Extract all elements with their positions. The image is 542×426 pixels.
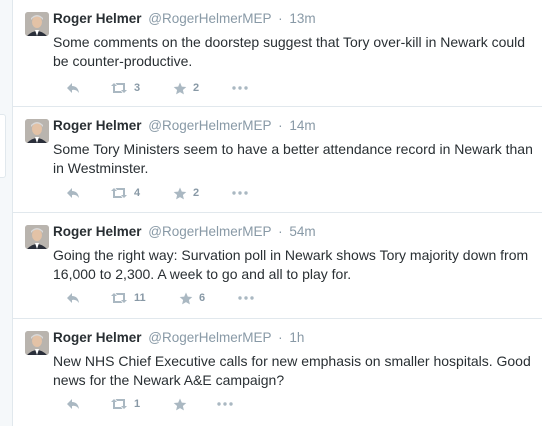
more-icon	[238, 296, 254, 300]
reply-icon	[67, 188, 79, 198]
retweet-icon	[111, 83, 127, 93]
retweet-button[interactable]: 3	[110, 80, 140, 96]
tweet-text: Some Tory Ministers seem to have a bette…	[53, 141, 533, 176]
favorite-count: 2	[193, 187, 200, 199]
more-button[interactable]	[217, 396, 233, 412]
author-name[interactable]: Roger Helmer	[53, 224, 142, 239]
author-name[interactable]: Roger Helmer	[53, 118, 142, 133]
separator-dot: ·	[278, 224, 283, 239]
retweet-button[interactable]: 11	[110, 290, 146, 306]
author-handle[interactable]: @RogerHelmerMEP	[148, 118, 271, 133]
reply-icon	[67, 293, 79, 303]
separator-dot: ·	[278, 330, 283, 345]
tweet-timeline: Roger Helmer @RogerHelmerMEP · 13m Some …	[12, 0, 542, 426]
reply-button[interactable]	[66, 290, 80, 306]
favorite-icon	[179, 292, 193, 304]
favorite-button[interactable]: 2	[173, 185, 199, 201]
tweet[interactable]: Roger Helmer @RogerHelmerMEP · 13m Some …	[13, 0, 542, 107]
favorite-icon	[173, 187, 187, 199]
retweet-count: 4	[134, 187, 141, 199]
author-handle[interactable]: @RogerHelmerMEP	[148, 11, 271, 26]
retweet-button[interactable]: 1	[110, 396, 140, 412]
reply-icon	[67, 83, 79, 93]
tweet-timestamp[interactable]: 14m	[289, 118, 315, 133]
author-name[interactable]: Roger Helmer	[53, 330, 142, 345]
avatar[interactable]	[25, 225, 49, 249]
author-name[interactable]: Roger Helmer	[53, 11, 142, 26]
favorite-icon	[173, 82, 187, 94]
avatar[interactable]	[25, 12, 49, 36]
reply-button[interactable]	[66, 185, 80, 201]
favorite-count: 2	[193, 82, 200, 94]
retweet-count: 3	[134, 82, 141, 94]
separator-dot: ·	[278, 11, 283, 26]
tweet-text: New NHS Chief Executive calls for new em…	[53, 353, 531, 388]
author-handle[interactable]: @RogerHelmerMEP	[148, 330, 271, 345]
retweet-icon	[111, 293, 127, 303]
tweet[interactable]: Roger Helmer @RogerHelmerMEP · 14m Some …	[13, 107, 542, 213]
timeline-side-tab	[0, 114, 6, 178]
favorite-button[interactable]: 2	[173, 80, 199, 96]
avatar[interactable]	[25, 119, 49, 143]
favorite-button[interactable]: 6	[179, 290, 205, 306]
reply-button[interactable]	[66, 396, 80, 412]
author-handle[interactable]: @RogerHelmerMEP	[148, 224, 271, 239]
tweet[interactable]: Roger Helmer @RogerHelmerMEP · 1h New NH…	[13, 319, 542, 426]
more-button[interactable]	[238, 290, 254, 306]
favorite-icon	[173, 398, 187, 410]
retweet-count: 1	[134, 398, 141, 410]
retweet-button[interactable]: 4	[110, 185, 140, 201]
reply-icon	[67, 399, 79, 409]
avatar[interactable]	[25, 331, 49, 355]
more-button[interactable]	[232, 185, 248, 201]
more-icon	[232, 86, 248, 90]
more-button[interactable]	[232, 80, 248, 96]
more-icon	[217, 402, 233, 406]
reply-button[interactable]	[66, 80, 80, 96]
tweet-timestamp[interactable]: 1h	[289, 330, 304, 345]
tweet[interactable]: Roger Helmer @RogerHelmerMEP · 54m Going…	[13, 213, 542, 319]
separator-dot: ·	[278, 118, 283, 133]
tweet-text: Going the right way: Survation poll in N…	[53, 247, 529, 282]
retweet-count: 11	[134, 292, 146, 304]
tweet-timestamp[interactable]: 13m	[289, 11, 315, 26]
favorite-count: 6	[199, 292, 206, 304]
tweet-text: Some comments on the doorstep suggest th…	[53, 34, 526, 69]
retweet-icon	[111, 399, 127, 409]
retweet-icon	[111, 188, 127, 198]
favorite-button[interactable]	[173, 396, 193, 412]
more-icon	[232, 191, 248, 195]
tweet-timestamp[interactable]: 54m	[289, 224, 315, 239]
